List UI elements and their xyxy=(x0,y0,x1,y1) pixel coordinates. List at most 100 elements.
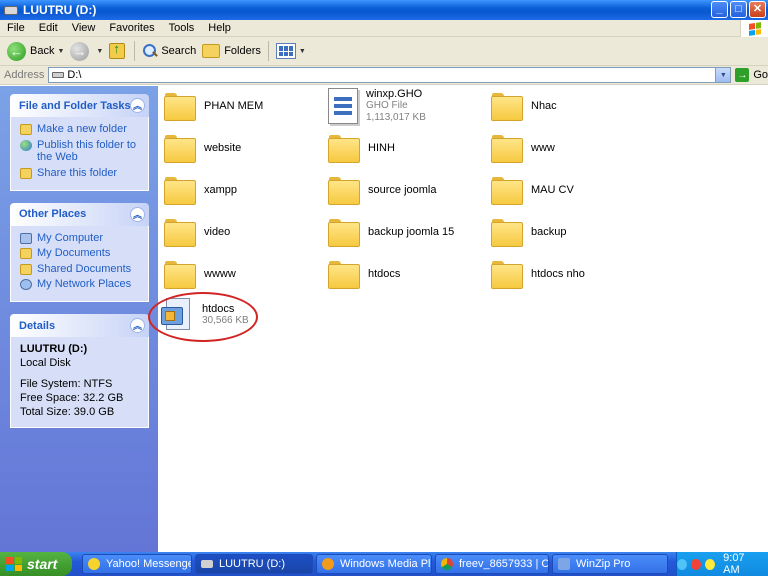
documents-folder-icon xyxy=(20,248,32,260)
folder-item[interactable]: xampp xyxy=(164,176,238,205)
maximize-button[interactable]: □ xyxy=(730,1,747,18)
title-bar: LUUTRU (D:) _ □ ✕ xyxy=(0,0,768,20)
menu-tools[interactable]: Tools xyxy=(162,22,202,34)
folder-item[interactable]: wwww xyxy=(164,260,236,289)
panel-header[interactable]: Other Places ︽ xyxy=(10,202,149,226)
folder-item[interactable]: htdocs nho xyxy=(491,260,585,289)
folder-icon xyxy=(164,92,196,121)
menu-edit[interactable]: Edit xyxy=(32,22,65,34)
address-field[interactable]: D:\ ▼ xyxy=(48,67,732,83)
collapse-chevron-icon[interactable]: ︽ xyxy=(130,318,145,334)
window-title: LUUTRU (D:) xyxy=(23,3,97,17)
address-value: D:\ xyxy=(67,69,82,81)
taskbar-button-yahoo[interactable]: Yahoo! Messenger xyxy=(82,554,192,574)
panel-header[interactable]: Details ︽ xyxy=(10,314,149,338)
folder-item[interactable]: MAU CV xyxy=(491,176,574,205)
share-folder-link[interactable]: Share this folder xyxy=(20,167,142,180)
make-new-folder-link[interactable]: Make a new folder xyxy=(20,123,142,136)
network-icon xyxy=(20,279,32,291)
taskbar-button-luutru[interactable]: LUUTRU (D:) xyxy=(195,554,313,574)
folders-button[interactable]: Folders xyxy=(199,39,264,63)
back-button[interactable]: ← Back ▼ xyxy=(4,39,67,63)
views-button[interactable]: ▼ xyxy=(273,39,309,63)
my-documents-link[interactable]: My Documents xyxy=(20,247,142,260)
network-places-link[interactable]: My Network Places xyxy=(20,278,142,291)
drive-icon xyxy=(52,72,65,78)
start-label: start xyxy=(27,556,58,572)
go-button[interactable]: → Go xyxy=(735,68,768,82)
task-pane: File and Folder Tasks ︽ Make a new folde… xyxy=(0,86,158,552)
taskbar-button-winzip[interactable]: WinZip Pro xyxy=(552,554,668,574)
tray-expand-icon[interactable] xyxy=(677,558,688,570)
folder-item[interactable]: www xyxy=(491,134,555,163)
folder-item[interactable]: source joomla xyxy=(328,176,436,205)
folder-icon xyxy=(491,176,523,205)
shared-folder-icon xyxy=(20,263,32,275)
views-dropdown-icon[interactable]: ▼ xyxy=(299,48,306,55)
panel-header[interactable]: File and Folder Tasks ︽ xyxy=(10,94,149,117)
folder-item[interactable]: backup joomla 15 xyxy=(328,218,455,247)
folder-item[interactable]: PHAN MEM xyxy=(164,92,264,121)
clock[interactable]: 9:07 AM xyxy=(723,552,760,576)
go-label: Go xyxy=(753,69,768,81)
folder-item[interactable]: HINH xyxy=(328,134,395,163)
collapse-chevron-icon[interactable]: ︽ xyxy=(130,98,145,113)
my-computer-link[interactable]: My Computer xyxy=(20,232,142,245)
folder-item[interactable]: backup xyxy=(491,218,566,247)
drive-icon xyxy=(201,560,213,568)
item-name: PHAN MEM xyxy=(204,99,264,112)
computer-icon xyxy=(20,232,32,244)
folder-icon xyxy=(328,176,360,205)
minimize-button[interactable]: _ xyxy=(711,1,728,18)
shared-documents-link[interactable]: Shared Documents xyxy=(20,263,142,276)
winzip-icon xyxy=(558,558,570,570)
folder-icon xyxy=(491,260,523,289)
folder-item[interactable]: Nhac xyxy=(491,92,557,121)
menu-view[interactable]: View xyxy=(65,22,103,34)
folder-item[interactable]: htdocs xyxy=(328,260,400,289)
drive-icon xyxy=(4,5,18,15)
link-label: Shared Documents xyxy=(37,262,132,275)
taskbar-button-label: Yahoo! Messenger xyxy=(106,558,192,570)
address-dropdown-icon[interactable]: ▼ xyxy=(715,68,731,82)
media-player-icon xyxy=(322,558,334,570)
menu-help[interactable]: Help xyxy=(201,22,238,34)
taskbar-button-browser[interactable]: freev_8657933 | Con... xyxy=(435,554,549,574)
detail-total-size: Total Size: 39.0 GB xyxy=(20,406,115,419)
up-button[interactable] xyxy=(106,39,130,63)
tray-messenger-icon[interactable] xyxy=(705,558,716,570)
file-item[interactable]: winxp.GHO GHO File 1,113,017 KB xyxy=(328,88,426,124)
tray-alert-icon[interactable] xyxy=(691,558,702,570)
close-button[interactable]: ✕ xyxy=(749,1,766,18)
folder-icon xyxy=(164,176,196,205)
go-arrow-icon: → xyxy=(735,68,750,82)
item-name: backup joomla 15 xyxy=(368,225,455,238)
taskbar: start Yahoo! Messenger LUUTRU (D:) Windo… xyxy=(0,552,768,576)
item-size: 1,113,017 KB xyxy=(366,112,426,123)
start-button[interactable]: start xyxy=(0,552,72,576)
forward-button[interactable]: → ▼ xyxy=(67,39,106,63)
menu-favorites[interactable]: Favorites xyxy=(102,22,161,34)
menu-bar: File Edit View Favorites Tools Help xyxy=(0,20,768,37)
folder-icon xyxy=(164,260,196,289)
detail-free-space: Free Space: 32.2 GB xyxy=(20,391,124,404)
search-button[interactable]: Search xyxy=(139,39,199,63)
item-name: www xyxy=(531,141,555,154)
link-label: My Network Places xyxy=(37,278,132,291)
folders-icon xyxy=(202,44,221,58)
forward-arrow-icon: → xyxy=(70,41,90,61)
publish-folder-link[interactable]: Publish this folder to the Web xyxy=(20,139,142,164)
yahoo-messenger-icon xyxy=(88,558,100,570)
menu-file[interactable]: File xyxy=(0,22,32,34)
back-dropdown-icon[interactable]: ▼ xyxy=(57,48,64,55)
item-name: Nhac xyxy=(531,99,557,112)
forward-dropdown-icon[interactable]: ▼ xyxy=(96,48,103,55)
taskbar-button-media-player[interactable]: Windows Media Player xyxy=(316,554,432,574)
item-name: xampp xyxy=(204,183,238,196)
folder-item[interactable]: website xyxy=(164,134,241,163)
collapse-chevron-icon[interactable]: ︽ xyxy=(130,206,145,222)
taskbar-button-label: LUUTRU (D:) xyxy=(219,558,285,570)
panel-title: Details xyxy=(19,319,56,332)
panel-title: Other Places xyxy=(19,208,87,221)
folder-item[interactable]: video xyxy=(164,218,230,247)
